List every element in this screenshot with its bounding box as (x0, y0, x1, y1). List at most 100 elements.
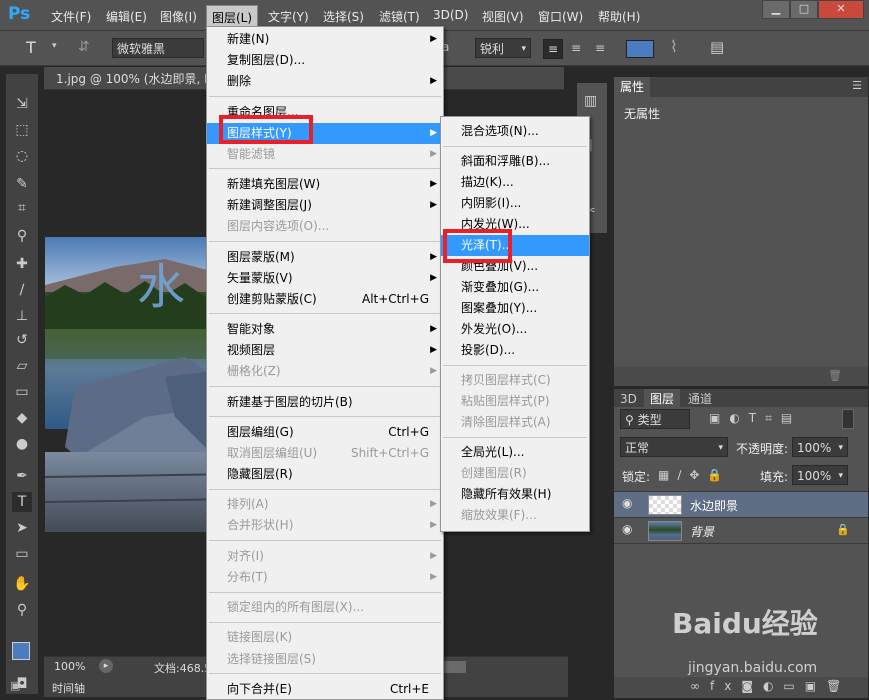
font-family-field[interactable]: 微软雅黑 (112, 38, 204, 58)
layer-name[interactable]: 水边即景 (690, 497, 738, 514)
zoom-level[interactable]: 100% (54, 660, 85, 673)
menu-edit[interactable]: 编辑(E) (106, 8, 147, 25)
menu-item-斜面和浮雕b[interactable]: 斜面和浮雕(B)... (441, 151, 589, 172)
layers-footer-icons[interactable]: ∞fx◙◐▭▣🗑 (690, 679, 851, 693)
menu-help[interactable]: 帮助(H) (598, 8, 640, 25)
menu-item-描边k[interactable]: 描边(K)... (441, 172, 589, 193)
menu-image[interactable]: 图像(I) (160, 8, 197, 25)
menu-item-label: 混合选项(N)... (461, 124, 539, 138)
horizontal-scrollbar-thumb[interactable] (442, 661, 466, 673)
lasso-tool-icon[interactable]: ◌ (12, 146, 32, 166)
menu-item-shortcut: Ctrl+E (390, 681, 429, 696)
canvas-text-layer[interactable]: 水 (137, 247, 185, 317)
path-select-tool-icon[interactable]: ➤ (12, 518, 32, 538)
blend-mode-select[interactable]: 正常 ▾ (620, 437, 728, 457)
lock-icon: 🔒 (836, 523, 850, 536)
menu-item-视频图层[interactable]: 视频图层 ▶ (207, 340, 443, 361)
text-color-swatch[interactable] (626, 40, 654, 58)
menu-item-智能对象[interactable]: 智能对象 ▶ (207, 319, 443, 340)
menu-item-新建n[interactable]: 新建(N) ▶ (207, 29, 443, 50)
menu-item-删除[interactable]: 删除 ▶ (207, 71, 443, 92)
trash-icon[interactable]: 🗑 (828, 369, 842, 382)
tab-channels[interactable]: 通道 (682, 389, 718, 409)
tab-properties[interactable]: 属性 (614, 77, 651, 97)
menu-item-图层编组g[interactable]: 图层编组(G) Ctrl+G (207, 422, 443, 443)
layer-row-text[interactable]: ◉ 水边即景 (614, 491, 868, 517)
text-tool-icon[interactable]: T (26, 38, 36, 57)
menu-separator (443, 436, 587, 438)
foreground-color-swatch[interactable] (12, 642, 30, 660)
menu-3d[interactable]: 3D(D) (433, 8, 468, 22)
menu-item-创建剪贴蒙版c[interactable]: 创建剪贴蒙版(C) Alt+Ctrl+G (207, 289, 443, 310)
menu-item-新建填充图层w[interactable]: 新建填充图层(W) ▶ (207, 174, 443, 195)
menu-type[interactable]: 文字(Y) (268, 8, 309, 25)
history-panel-icon[interactable]: ▥ (584, 93, 597, 109)
eraser-tool-icon[interactable]: ▱ (12, 356, 32, 376)
menu-item-隐藏图层r[interactable]: 隐藏图层(R) (207, 464, 443, 485)
menu-item-投影d[interactable]: 投影(D)... (441, 340, 589, 361)
menu-separator (209, 540, 441, 542)
quick-select-tool-icon[interactable]: ✎ (12, 174, 32, 194)
menu-window[interactable]: 窗口(W) (538, 8, 583, 25)
menu-item-混合选项n[interactable]: 混合选项(N)... (441, 121, 589, 142)
stamp-tool-icon[interactable]: ⊥ (12, 306, 32, 326)
panel-menu-icon[interactable]: ☰ (852, 79, 862, 92)
shape-tool-icon[interactable]: ▭ (12, 544, 32, 564)
gradient-tool-icon[interactable]: ▭ (12, 382, 32, 402)
minimize-button[interactable]: ▁ (762, 0, 790, 19)
dodge-tool-icon[interactable]: ● (12, 434, 32, 454)
eye-icon[interactable]: ◉ (622, 496, 632, 510)
menu-item-新建调整图层j[interactable]: 新建调整图层(J) ▶ (207, 195, 443, 216)
layer-row-background[interactable]: ◉ 背景 🔒 (614, 517, 868, 544)
align-center-icon[interactable]: ≡ (567, 39, 585, 57)
zoom-tool-icon[interactable]: ⚲ (12, 600, 32, 620)
menu-item-隐藏所有效果h[interactable]: 隐藏所有效果(H) (441, 484, 589, 505)
crop-tool-icon[interactable]: ⌗ (12, 198, 32, 218)
menu-item-图案叠加y[interactable]: 图案叠加(Y)... (441, 298, 589, 319)
marquee-tool-icon[interactable]: ⬚ (12, 120, 32, 140)
status-icon[interactable]: ▸ (99, 659, 113, 673)
tab-layers[interactable]: 图层 (644, 389, 681, 409)
menu-item-向下合并e[interactable]: 向下合并(E) Ctrl+E (207, 679, 443, 700)
healing-tool-icon[interactable]: ✚ (12, 254, 32, 274)
tab-3d[interactable]: 3D (614, 389, 643, 409)
antialias-select[interactable]: 锐利 ▾ (475, 38, 531, 58)
fill-field[interactable]: 100% ▾ (792, 465, 848, 485)
close-button[interactable]: ✕ (818, 0, 864, 19)
move-tool-icon[interactable]: ⇲ (12, 94, 32, 114)
menu-view[interactable]: 视图(V) (482, 8, 524, 25)
eyedropper-tool-icon[interactable]: ⚲ (12, 226, 32, 246)
history-brush-tool-icon[interactable]: ↺ (12, 330, 32, 350)
filter-toggle[interactable] (842, 409, 854, 429)
chevron-down-icon[interactable]: ▾ (52, 41, 57, 51)
menu-item-新建基于图层的切片b[interactable]: 新建基于图层的切片(B) (207, 392, 443, 413)
text-orientation-icon[interactable]: ⇵ (78, 39, 90, 55)
opacity-field[interactable]: 100% ▾ (792, 437, 848, 457)
character-panel-icon[interactable]: ▤ (710, 38, 724, 56)
type-tool-icon[interactable]: T (12, 492, 32, 512)
maximize-button[interactable]: □ (790, 0, 818, 19)
hand-tool-icon[interactable]: ✋ (12, 574, 32, 594)
menu-item-渐变叠加g[interactable]: 渐变叠加(G)... (441, 277, 589, 298)
pen-tool-icon[interactable]: ✒ (12, 466, 32, 486)
submenu-arrow-icon: ▶ (430, 200, 437, 211)
menu-filter[interactable]: 滤镜(T) (379, 8, 420, 25)
menu-item-外发光o[interactable]: 外发光(O)... (441, 319, 589, 340)
menu-file[interactable]: 文件(F) (51, 8, 91, 25)
align-left-icon[interactable]: ≡ (543, 39, 563, 59)
lock-icons[interactable]: ▦∕✥🔒 (658, 468, 730, 482)
menu-select[interactable]: 选择(S) (323, 8, 364, 25)
menu-item-全局光l[interactable]: 全局光(L)... (441, 442, 589, 463)
brush-tool-icon[interactable]: ∕ (12, 280, 32, 300)
menu-item-矢量蒙版v[interactable]: 矢量蒙版(V) ▶ (207, 268, 443, 289)
blur-tool-icon[interactable]: ◆ (12, 408, 32, 428)
warp-text-icon[interactable]: ⌇ (670, 37, 678, 56)
align-right-icon[interactable]: ≡ (591, 39, 609, 57)
layer-filter-icons[interactable]: ▣◐T⌗▤ (709, 411, 801, 426)
layer-name[interactable]: 背景 (690, 523, 714, 540)
menu-item-复制图层d[interactable]: 复制图层(D)... (207, 50, 443, 71)
layer-filter-select[interactable]: ⚲ 类型 (620, 409, 690, 429)
menu-item-图层蒙版m[interactable]: 图层蒙版(M) ▶ (207, 247, 443, 268)
menu-item-内阴影i[interactable]: 内阴影(I)... (441, 193, 589, 214)
eye-icon[interactable]: ◉ (622, 522, 632, 536)
